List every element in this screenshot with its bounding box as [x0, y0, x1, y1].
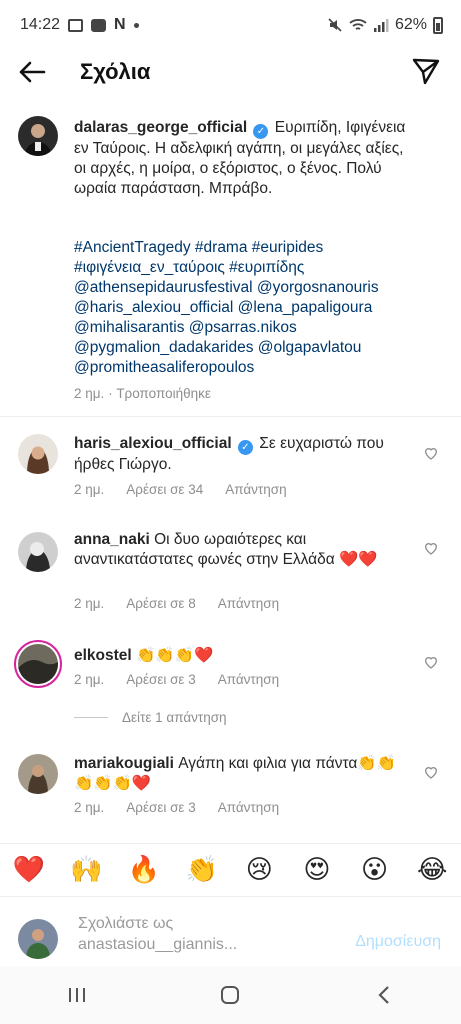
status-bar: 14:22 N 62% — [0, 0, 461, 50]
edited-label: · Τροποποιήθηκε — [108, 386, 211, 401]
like-heart-icon[interactable] — [423, 540, 439, 556]
emoji-crying-button[interactable]: 😢 — [239, 854, 279, 885]
home-button[interactable] — [210, 980, 250, 1010]
battery-percent: 62% — [394, 16, 427, 33]
comment-time: 2 ημ. — [74, 482, 105, 497]
avatar[interactable] — [18, 116, 58, 156]
caption-meta: 2 ημ. · Τροποποιήθηκε — [74, 386, 211, 401]
likes-count[interactable]: Αρέσει σε 3 — [126, 672, 195, 687]
emoji-raised-hands-button[interactable]: 🙌 — [66, 854, 106, 885]
emoji-joy-button[interactable]: 😂 — [412, 854, 452, 885]
username[interactable]: dalaras_george_official — [74, 119, 247, 136]
emoji-surprised-button[interactable]: 😮 — [355, 854, 395, 885]
back-arrow-icon[interactable] — [16, 56, 48, 88]
gallery-icon — [68, 18, 84, 32]
dot-icon — [133, 22, 139, 28]
story-ring-avatar[interactable] — [14, 640, 62, 688]
recents-button[interactable] — [57, 980, 97, 1010]
signal-icon — [373, 18, 389, 32]
avatar[interactable] — [18, 434, 58, 474]
comment-text: mariakougiali Αγάπη και φιλια για πάντα👏… — [74, 754, 414, 794]
emoji-bar: ❤️ 🙌 🔥 👏 😢 😍 😮 😂 — [0, 843, 461, 895]
caption-tags[interactable]: #AncientTragedy #drama #euripides #ιφιγέ… — [74, 238, 419, 378]
recents-icon — [68, 988, 85, 1002]
page-title: Σχόλια — [80, 59, 151, 84]
status-right: 62% — [327, 16, 443, 34]
username[interactable]: mariakougiali — [74, 755, 174, 772]
reply-button[interactable]: Απάντηση — [218, 800, 279, 815]
reply-button[interactable]: Απάντηση — [225, 482, 286, 497]
reply-button[interactable]: Απάντηση — [218, 596, 279, 611]
reply-button[interactable]: Απάντηση — [218, 672, 279, 687]
caption-text: dalaras_george_official ✓ Ευριπίδη, Ιφιγ… — [74, 118, 414, 199]
like-heart-icon[interactable] — [423, 445, 439, 461]
battery-icon — [433, 16, 443, 34]
home-icon — [221, 986, 240, 1004]
avatar[interactable] — [18, 754, 58, 794]
mute-icon — [328, 18, 342, 32]
comment-time: 2 ημ. — [74, 800, 105, 815]
emoji-clap-button[interactable]: 👏 — [182, 854, 222, 885]
send-icon[interactable] — [411, 56, 441, 86]
post-time: 2 ημ. — [74, 386, 105, 401]
comment-input[interactable]: Σχολιάστε ως anastasiou__giannis... — [78, 913, 328, 955]
comment-meta: 2 ημ. Αρέσει σε 3 Απάντηση — [74, 800, 279, 815]
edited-text: Τροποποιήθηκε — [116, 386, 211, 401]
verified-icon: ✓ — [253, 124, 269, 139]
comment-placeholder-line1: Σχολιάστε ως — [78, 915, 174, 932]
likes-count[interactable]: Αρέσει σε 3 — [126, 800, 195, 815]
comment-text: haris_alexiou_official ✓ Σε ευχαριστώ πο… — [74, 434, 414, 475]
comment-placeholder-line2: anastasiou__giannis... — [78, 936, 238, 953]
status-time: 14:22 — [20, 16, 61, 33]
like-heart-icon[interactable] — [423, 654, 439, 670]
username[interactable]: anna_naki — [74, 531, 150, 548]
comment-body: 👏👏👏❤️ — [136, 647, 214, 664]
wifi-icon — [349, 18, 367, 30]
divider — [0, 416, 461, 417]
username[interactable]: haris_alexiou_official — [74, 435, 232, 452]
back-button[interactable] — [364, 980, 404, 1010]
comment-meta: 2 ημ. Αρέσει σε 34 Απάντηση — [74, 482, 287, 497]
likes-count[interactable]: Αρέσει σε 8 — [126, 596, 195, 611]
view-replies-label[interactable]: Δείτε 1 απάντηση — [122, 710, 227, 725]
comment-meta: 2 ημ. Αρέσει σε 8 Απάντηση — [74, 596, 279, 611]
youtube-icon — [91, 18, 107, 32]
comment-text: anna_naki Οι δυο ωραιότερες και αναντικα… — [74, 530, 414, 570]
view-replies-button[interactable]: Δείτε 1 απάντηση — [74, 710, 227, 725]
username[interactable]: elkostel — [74, 647, 132, 664]
emoji-heart-eyes-button[interactable]: 😍 — [297, 854, 337, 885]
current-user-avatar — [18, 919, 58, 959]
verified-icon: ✓ — [237, 440, 253, 455]
replies-line — [74, 717, 108, 718]
like-heart-icon[interactable] — [423, 764, 439, 780]
emoji-fire-button[interactable]: 🔥 — [124, 854, 164, 885]
system-nav-bar — [0, 966, 461, 1024]
comment-composer: Σχολιάστε ως anastasiou__giannis... Δημο… — [0, 896, 461, 966]
nav-back-icon — [378, 986, 389, 1004]
comment-time: 2 ημ. — [74, 672, 105, 687]
likes-count[interactable]: Αρέσει σε 34 — [126, 482, 203, 497]
comment-time: 2 ημ. — [74, 596, 105, 611]
emoji-heart-button[interactable]: ❤️ — [9, 854, 49, 885]
post-button[interactable]: Δημοσίευση — [355, 933, 441, 951]
status-left: 14:22 N — [20, 16, 139, 34]
header: Σχόλια — [0, 50, 461, 94]
avatar[interactable] — [18, 532, 58, 572]
n-icon: N — [114, 16, 126, 33]
comment-meta: 2 ημ. Αρέσει σε 3 Απάντηση — [74, 672, 279, 687]
comment-text: elkostel 👏👏👏❤️ — [74, 646, 414, 666]
